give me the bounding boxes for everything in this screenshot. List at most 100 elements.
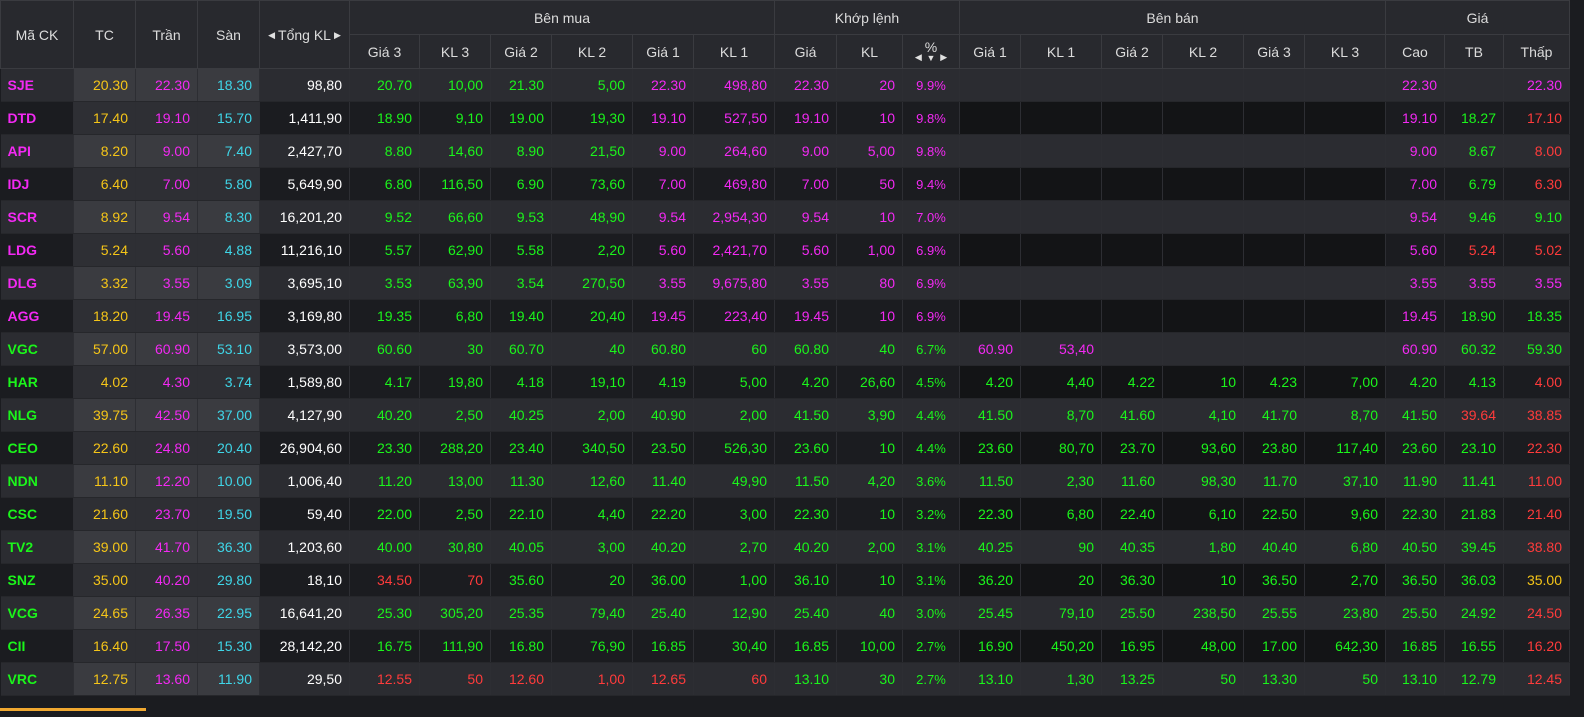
ceil-price: 23.70 bbox=[135, 497, 198, 531]
bid-price-3: 3.53 bbox=[349, 266, 420, 300]
symbol[interactable]: AGG bbox=[0, 299, 74, 333]
col-ask-price-2[interactable]: Giá 2 bbox=[1101, 34, 1163, 69]
caret-left-icon[interactable]: ◀ bbox=[268, 30, 275, 41]
col-bid-price-1[interactable]: Giá 1 bbox=[632, 34, 694, 69]
col-ref[interactable]: TC bbox=[73, 0, 136, 69]
table-row[interactable]: HAR 4.02 4.30 3.74 1,589,80 4.17 19,80 4.18 19,1… bbox=[0, 365, 1570, 399]
ask-price-3: 4.23 bbox=[1243, 365, 1305, 399]
col-ceil[interactable]: Trần bbox=[135, 0, 198, 69]
avg-price: 18.90 bbox=[1444, 299, 1504, 333]
col-avg[interactable]: TB bbox=[1444, 34, 1504, 69]
table-row[interactable]: VCG 24.65 26.35 22.95 16,641,20 25.30 305,20 25… bbox=[0, 596, 1570, 630]
match-vol: 80 bbox=[836, 266, 903, 300]
col-low[interactable]: Thấp bbox=[1503, 34, 1570, 69]
symbol[interactable]: CEO bbox=[0, 431, 74, 465]
table-row[interactable]: VGC 57.00 60.90 53.10 3,573,00 60.60 30 60.70 40… bbox=[0, 332, 1570, 366]
table-row[interactable]: TV2 39.00 41.70 36.30 1,203,60 40.00 30,80 40.0… bbox=[0, 530, 1570, 564]
bid-price-1: 36.00 bbox=[632, 563, 694, 597]
table-row[interactable]: IDJ 6.40 7.00 5.80 5,649,90 6.80 116,50 6.90 73,… bbox=[0, 167, 1570, 201]
symbol[interactable]: LDG bbox=[0, 233, 74, 267]
ask-vol-2 bbox=[1162, 134, 1244, 168]
symbol[interactable]: IDJ bbox=[0, 167, 74, 201]
col-floor[interactable]: Sàn bbox=[197, 0, 260, 69]
col-bid-vol-2[interactable]: KL 2 bbox=[551, 34, 633, 69]
bid-vol-3: 50 bbox=[419, 662, 491, 696]
symbol[interactable]: CII bbox=[0, 629, 74, 663]
ask-price-1: 13.10 bbox=[959, 662, 1021, 696]
sort-desc-icon[interactable]: ▼ bbox=[925, 54, 937, 63]
symbol[interactable]: DLG bbox=[0, 266, 74, 300]
symbol[interactable]: HAR bbox=[0, 365, 74, 399]
low-price: 22.30 bbox=[1503, 431, 1570, 465]
col-ask-vol-3[interactable]: KL 3 bbox=[1304, 34, 1386, 69]
caret-right-icon[interactable]: ▶ bbox=[334, 30, 341, 41]
table-row[interactable]: AGG 18.20 19.45 16.95 3,169,80 19.35 6,80 19.40… bbox=[0, 299, 1570, 333]
match-vol: 50 bbox=[836, 167, 903, 201]
match-pct: 3.1% bbox=[902, 530, 960, 564]
col-match-pct[interactable]: ◀% ▼ ▶ bbox=[902, 34, 960, 69]
ref-price: 21.60 bbox=[73, 497, 136, 531]
avg-price: 60.32 bbox=[1444, 332, 1504, 366]
col-ask-price-3[interactable]: Giá 3 bbox=[1243, 34, 1305, 69]
match-vol: 10 bbox=[836, 299, 903, 333]
table-row[interactable]: CEO 22.60 24.80 20.40 26,904,60 23.30 288,20 23… bbox=[0, 431, 1570, 465]
col-high[interactable]: Cao bbox=[1385, 34, 1445, 69]
symbol[interactable]: TV2 bbox=[0, 530, 74, 564]
col-match-price[interactable]: Giá bbox=[774, 34, 837, 69]
bid-price-3: 9.52 bbox=[349, 200, 420, 234]
col-ask-vol-1[interactable]: KL 1 bbox=[1020, 34, 1102, 69]
col-match-vol[interactable]: KL bbox=[836, 34, 903, 69]
col-bid-price-3[interactable]: Giá 3 bbox=[349, 34, 420, 69]
symbol[interactable]: VRC bbox=[0, 662, 74, 696]
caret-right-icon[interactable]: ▶ bbox=[940, 52, 947, 63]
table-row[interactable]: SJE 20.30 22.30 18.30 98,80 20.70 10,00 21.30 5,… bbox=[0, 68, 1570, 102]
table-row[interactable]: DLG 3.32 3.55 3.09 3,695,10 3.53 63,90 3.54 270,… bbox=[0, 266, 1570, 300]
col-total-vol-label: Tổng KL bbox=[278, 26, 331, 43]
floor-price: 36.30 bbox=[197, 530, 260, 564]
col-ask-vol-2[interactable]: KL 2 bbox=[1162, 34, 1244, 69]
table-row[interactable]: CII 16.40 17.50 15.30 28,142,20 16.75 111,90 16… bbox=[0, 629, 1570, 663]
match-price: 22.30 bbox=[774, 497, 837, 531]
symbol[interactable]: NLG bbox=[0, 398, 74, 432]
table-row[interactable]: VRC 12.75 13.60 11.90 29,50 12.55 50 12.60 1,00 1… bbox=[0, 662, 1570, 696]
col-bid-price-2[interactable]: Giá 2 bbox=[490, 34, 552, 69]
ceil-price: 22.30 bbox=[135, 68, 198, 102]
group-price: Giá bbox=[1385, 0, 1570, 35]
high-price: 23.60 bbox=[1385, 431, 1445, 465]
table-row[interactable]: NLG 39.75 42.50 37.00 4,127,90 40.20 2,50 40.25… bbox=[0, 398, 1570, 432]
table-row[interactable]: SCR 8.92 9.54 8.30 16,201,20 9.52 66,60 9.53 48,… bbox=[0, 200, 1570, 234]
symbol[interactable]: CSC bbox=[0, 497, 74, 531]
symbol[interactable]: DTD bbox=[0, 101, 74, 135]
bid-price-1: 19.45 bbox=[632, 299, 694, 333]
symbol[interactable]: VGC bbox=[0, 332, 74, 366]
table-row[interactable]: LDG 5.24 5.60 4.88 11,216,10 5.57 62,90 5.58 2,2… bbox=[0, 233, 1570, 267]
ask-vol-3 bbox=[1304, 134, 1386, 168]
symbol[interactable]: API bbox=[0, 134, 74, 168]
symbol[interactable]: SCR bbox=[0, 200, 74, 234]
bid-vol-2: 1,00 bbox=[551, 662, 633, 696]
table-row[interactable]: NDN 11.10 12.20 10.00 1,006,40 11.20 13,00 11.3… bbox=[0, 464, 1570, 498]
ask-vol-1 bbox=[1020, 101, 1102, 135]
col-bid-vol-3[interactable]: KL 3 bbox=[419, 34, 491, 69]
symbol[interactable]: NDN bbox=[0, 464, 74, 498]
symbol[interactable]: VCG bbox=[0, 596, 74, 630]
table-row[interactable]: DTD 17.40 19.10 15.70 1,411,90 18.90 9,10 19.00… bbox=[0, 101, 1570, 135]
table-row[interactable]: API 8.20 9.00 7.40 2,427,70 8.80 14,60 8.90 21,5… bbox=[0, 134, 1570, 168]
ceil-price: 40.20 bbox=[135, 563, 198, 597]
bid-vol-2: 20,40 bbox=[551, 299, 633, 333]
symbol[interactable]: SNZ bbox=[0, 563, 74, 597]
ask-vol-1: 1,30 bbox=[1020, 662, 1102, 696]
col-bid-vol-1[interactable]: KL 1 bbox=[693, 34, 775, 69]
col-symbol[interactable]: Mã CK bbox=[0, 0, 74, 69]
symbol[interactable]: SJE bbox=[0, 68, 74, 102]
caret-left-icon[interactable]: ◀ bbox=[915, 52, 922, 63]
ask-vol-3: 50 bbox=[1304, 662, 1386, 696]
ask-vol-3: 6,80 bbox=[1304, 530, 1386, 564]
table-row[interactable]: CSC 21.60 23.70 19.50 59,40 22.00 2,50 22.10 4,4… bbox=[0, 497, 1570, 531]
table-row[interactable]: SNZ 35.00 40.20 29.80 18,10 34.50 70 35.60 20 36.… bbox=[0, 563, 1570, 597]
bid-vol-3: 13,00 bbox=[419, 464, 491, 498]
col-ask-price-1[interactable]: Giá 1 bbox=[959, 34, 1021, 69]
floor-price: 15.70 bbox=[197, 101, 260, 135]
col-total-vol[interactable]: ◀ Tổng KL ▶ bbox=[259, 0, 350, 69]
horizontal-scrollbar[interactable] bbox=[0, 708, 146, 711]
